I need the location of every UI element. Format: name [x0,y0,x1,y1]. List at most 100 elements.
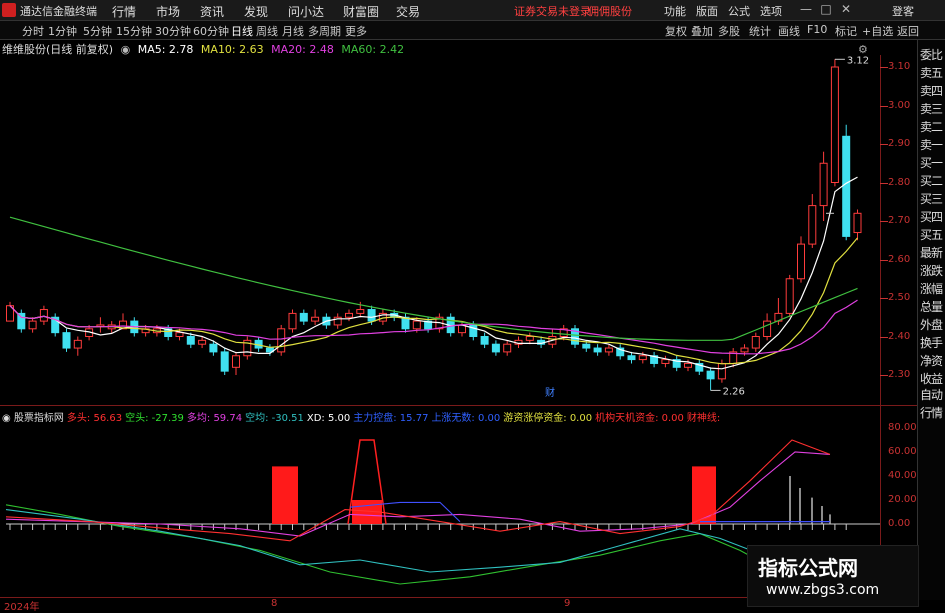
candle-body [740,347,749,353]
signal-bar [272,466,298,524]
price-tick-label: 3.10 [888,61,911,72]
tab-weekly[interactable]: 周线 [256,23,278,39]
quote-panel-item[interactable]: 卖二 [920,118,943,135]
tab-1min[interactable]: 1分钟 [48,23,77,39]
quote-panel-item[interactable]: 买二 [920,172,943,189]
candle-body [503,343,512,353]
stats-button[interactable]: 统计 [749,23,771,39]
draw-line-button[interactable]: 画线 [778,23,800,39]
menu-function[interactable]: 功能 [664,3,686,19]
price-tick-mark [880,298,888,299]
tab-daily[interactable]: 日线 [231,23,253,39]
menu-news[interactable]: 资讯 [200,3,224,20]
candle-body [356,309,365,314]
quote-panel-item[interactable]: 净资 [920,352,943,369]
menu-quotes[interactable]: 行情 [112,3,136,20]
candle-body [299,312,308,322]
quote-panel-item[interactable]: 涨幅 [920,280,943,297]
quote-panel-item[interactable]: 卖五 [920,64,943,81]
panel-separator [0,405,917,406]
broker-name[interactable]: 佣佣股份 [588,3,632,19]
price-tick-mark [880,144,888,145]
candle-body [593,347,602,353]
menu-trade[interactable]: 交易 [396,3,420,20]
quote-panel-item[interactable]: 外盘 [920,316,943,333]
tab-5min[interactable]: 5分钟 [83,23,112,39]
login-warning[interactable]: 证券交易未登录 [514,3,591,19]
tab-monthly[interactable]: 月线 [282,23,304,39]
candle-body [627,355,636,361]
tab-more[interactable]: 更多 [345,23,367,39]
ma20-line [9,299,858,355]
candle-body [638,355,647,361]
candle-body [819,162,828,207]
quote-panel-bottom-item[interactable]: 自动 [920,386,943,403]
menu-discover[interactable]: 发现 [244,3,268,20]
app-title: 通达信金融终端 [20,5,97,18]
close-icon[interactable]: ✕ [838,2,854,18]
candle-body [412,320,421,330]
menu-ask[interactable]: 问小达 [288,3,324,20]
price-tick-label: 2.60 [888,253,911,265]
candlestick-chart[interactable]: 3.12 2.26 财 [0,55,880,400]
menu-formula[interactable]: 公式 [728,3,750,19]
overlay-button[interactable]: 叠加 [691,23,713,39]
price-tick-mark [880,67,888,68]
quote-panel-bottom-item[interactable]: 行情 [920,404,943,421]
candle-body [209,343,218,353]
quote-panel-item[interactable]: 总量 [920,298,943,315]
app-logo-icon [2,3,16,17]
indicator-tick-label: 0.00 [888,518,911,529]
quote-panel-item[interactable]: 买五 [920,226,943,243]
multi-stock-button[interactable]: 多股 [718,23,740,39]
minimize-icon[interactable]: — [798,2,814,18]
quote-panel-item[interactable]: 卖四 [920,82,943,99]
quote-panel-item[interactable]: 卖一 [920,136,943,153]
price-tick-label: 3.00 [888,99,911,111]
price-tick-label: 2.50 [888,292,911,303]
quote-panel-item[interactable]: 最新 [920,244,943,261]
low-price-label: 2.26 [723,386,745,397]
menu-guest[interactable]: 登客 [892,3,914,19]
candle-body [345,312,353,318]
date-label-month-8: 8 [271,598,278,609]
candle-body [39,309,48,322]
quote-panel-item[interactable]: 买四 [920,208,943,225]
menu-market[interactable]: 市场 [156,3,180,20]
indicator-tick-label: 60.00 [888,446,917,457]
quote-panel-item[interactable]: 涨跌 [920,262,943,279]
tab-30min[interactable]: 30分钟 [155,23,191,39]
candle-body [198,339,207,345]
candle-body [717,362,726,380]
quote-panel-item[interactable]: 换手 [920,334,943,351]
menu-options[interactable]: 选项 [760,3,782,19]
title-bar: 通达信金融终端 行情 市场 资讯 发现 问小达 财富圈 交易 证券交易未登录 佣… [0,0,945,21]
price-tick-mark [880,182,888,184]
quote-panel-item[interactable]: 买三 [920,190,943,207]
tab-multi-period[interactable]: 多周期 [308,23,341,39]
adjust-button[interactable]: 复权 [665,23,687,39]
period-tabs: 分时 1分钟 5分钟 15分钟 30分钟 60分钟 日线 周线 月线 多周期 更… [0,21,945,40]
quote-panel-item[interactable]: 委比 [920,46,943,63]
menu-wealth[interactable]: 财富圈 [343,3,379,20]
candle-body [525,336,534,341]
watermark-title: 指标公式网 [758,556,858,580]
price-tick-mark [880,336,888,338]
back-button[interactable]: 返回 [897,23,919,39]
add-watchlist-button[interactable]: +自选 [862,23,893,39]
date-label-month-9: 9 [564,598,571,609]
tab-intraday[interactable]: 分时 [22,23,44,39]
quote-panel-item[interactable]: 买一 [920,154,943,171]
mark-button[interactable]: 标记 [835,23,857,39]
f10-button[interactable]: F10 [807,23,827,36]
candle-body [277,328,286,353]
high-price-label: 3.12 [847,55,869,66]
quote-panel-item[interactable]: 收益 [920,370,943,387]
indicator-tick-label: 40.00 [888,470,917,481]
tab-15min[interactable]: 15分钟 [116,23,152,39]
quote-panel-item[interactable]: 卖三 [920,100,943,117]
price-tick-mark [880,259,888,261]
maximize-icon[interactable]: □ [818,2,834,18]
tab-60min[interactable]: 60分钟 [193,23,229,39]
menu-layout[interactable]: 版面 [696,3,718,19]
